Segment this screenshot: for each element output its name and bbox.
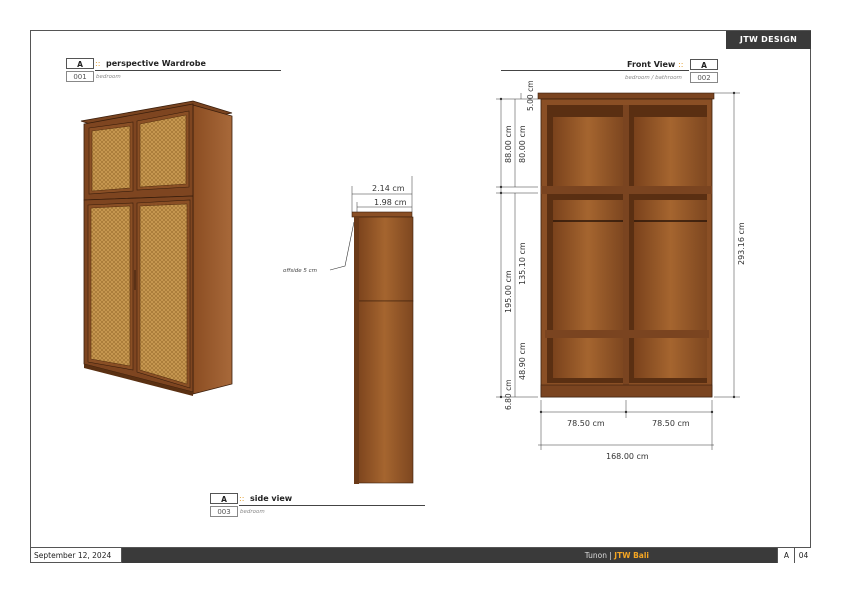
side-offside-note: offside 5 cm [283,268,317,274]
drawing-canvas: 2.14 cm 1.98 cm offside 5 cm 5.00 cm 88.… [80,80,746,484]
footer-client-name: JTW Bali [614,551,649,560]
footer-client: Tunon | JTW Bali [585,548,649,563]
footer-client-prefix: Tunon | [584,551,612,560]
side-view-drawing: 2.14 cm 1.98 cm offside 5 cm [283,176,414,484]
front-dim-total-width: 168.00 cm [606,452,649,461]
front-dim-total-height: 293.16 cm [737,222,746,265]
front-dim-bottom-shelf: 48.90 cm [518,342,527,380]
front-dim-right-width: 78.50 cm [652,419,690,428]
front-dim-upper-inner: 80.00 cm [518,125,527,163]
front-dim-lower-outer: 195.00 cm [504,270,513,313]
perspective-wardrobe [80,100,233,396]
front-dim-top: 5.00 cm [526,80,535,111]
front-dim-upper-outer: 88.00 cm [504,125,513,163]
front-dim-plinth: 6.80 cm [504,379,513,410]
side-dim-inner-width: 1.98 cm [374,198,407,207]
front-dim-lower-inner: 135.10 cm [518,242,527,285]
front-view-drawing: 5.00 cm 88.00 cm 80.00 cm 195.00 cm 135.… [496,80,746,461]
side-dim-top-width: 2.14 cm [372,184,405,193]
front-dim-left-width: 78.50 cm [567,419,605,428]
footer-page-number: 04 [794,548,812,563]
footer-bar: September 12, 2024 Tunon | JTW Bali A 04 [30,547,812,563]
footer-sheet: A [777,548,795,563]
footer-date: September 12, 2024 [30,548,122,563]
footer-dark-band [122,548,806,563]
